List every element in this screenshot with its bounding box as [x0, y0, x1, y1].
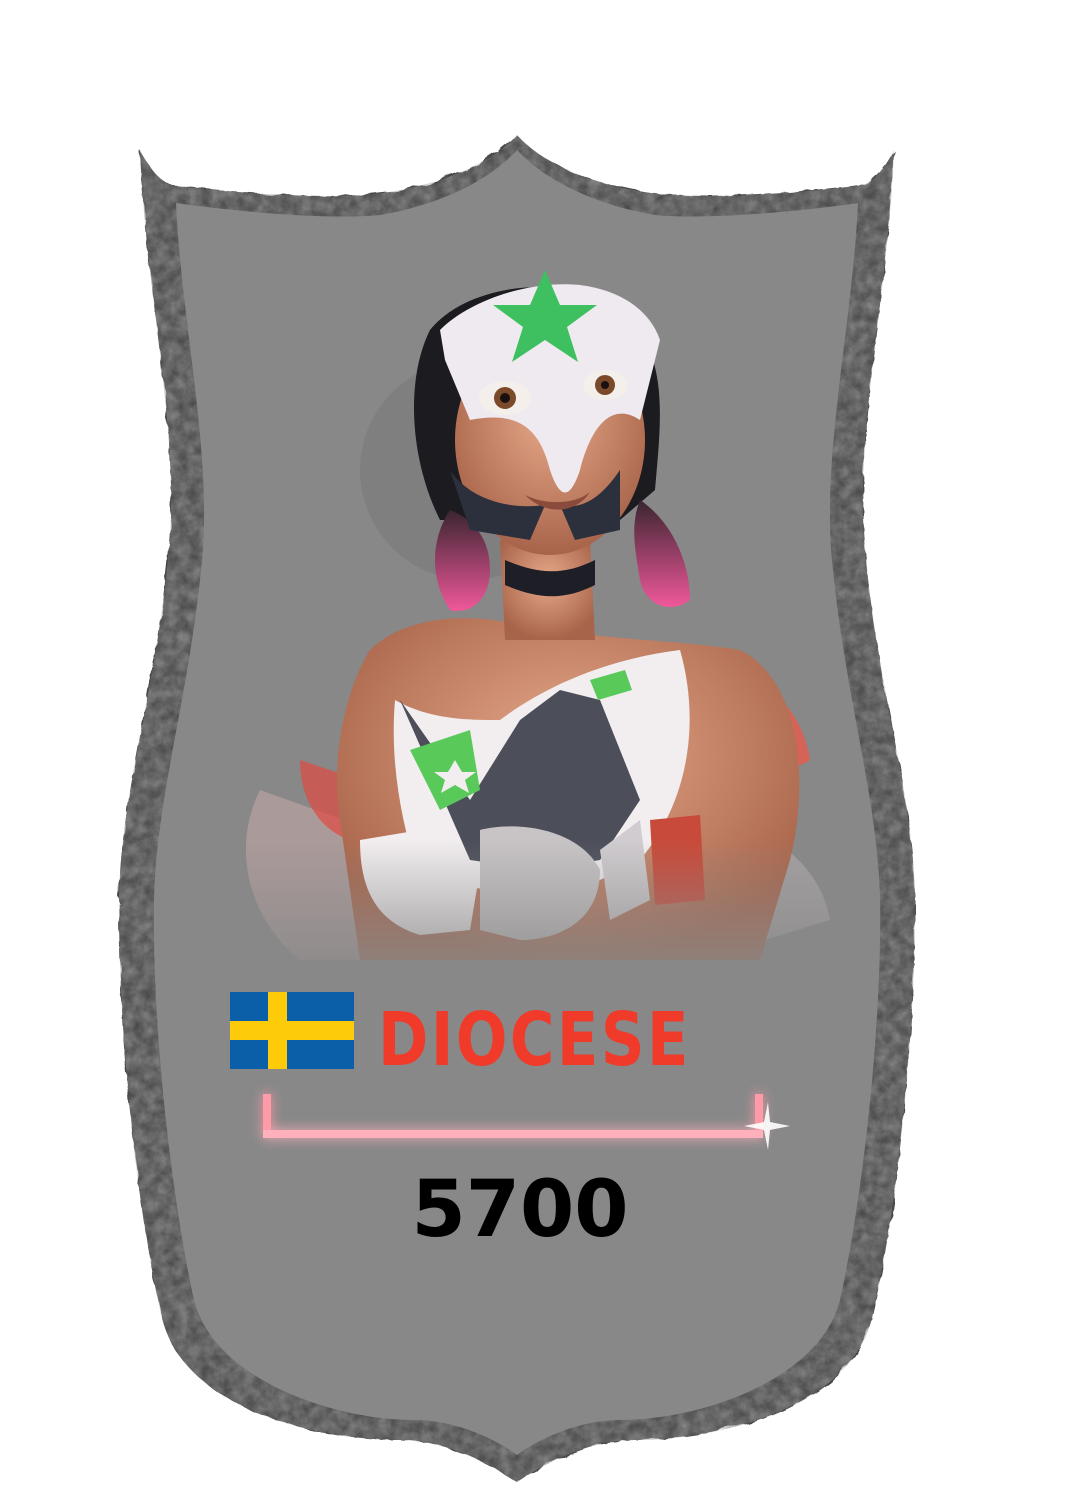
- player-score: 5700: [411, 1165, 629, 1255]
- player-card: [119, 135, 915, 1482]
- player-name: DIOCESE: [378, 997, 691, 1083]
- sweden-flag-icon: [230, 992, 354, 1069]
